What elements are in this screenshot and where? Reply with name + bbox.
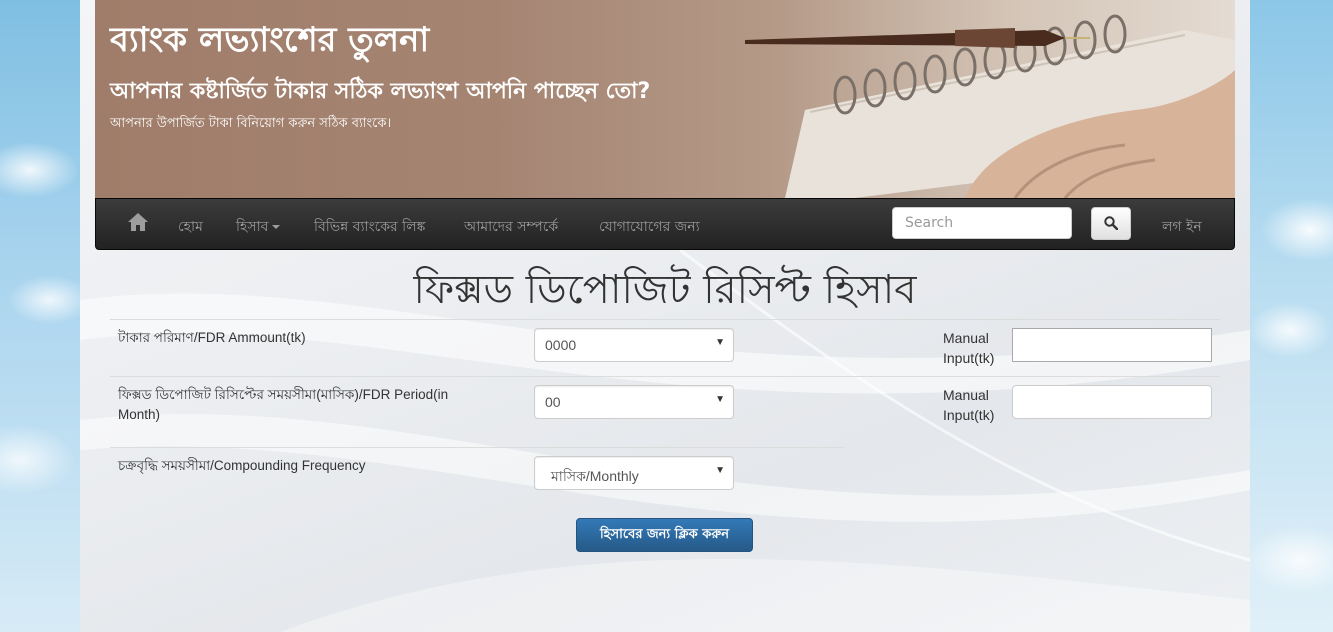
- period-select-value: 00: [545, 394, 561, 410]
- search-icon: [1104, 216, 1118, 230]
- sky-background-right: [1250, 0, 1333, 632]
- chevron-down-icon: [272, 225, 281, 229]
- search-input[interactable]: [892, 207, 1072, 239]
- period-select[interactable]: 00 ▼: [534, 385, 734, 419]
- amount-select-value: 0000: [545, 337, 577, 353]
- home-icon[interactable]: [127, 212, 149, 234]
- frequency-label: চক্রবৃদ্ধি সময়সীমা/Compounding Frequenc…: [118, 458, 366, 473]
- nav-bank-links[interactable]: বিভিন্ন ব্যাংকের লিঙ্ক: [314, 215, 425, 239]
- period-manual-label: Manual Input(tk): [943, 387, 995, 423]
- frequency-select-value: মাসিক/Monthly: [551, 468, 639, 484]
- login-link[interactable]: লগ ইন: [1162, 215, 1202, 239]
- dropdown-arrow-icon: ▼: [715, 465, 725, 476]
- divider: [110, 447, 845, 448]
- notebook-pen-image: [745, 14, 1235, 198]
- page-container: ব্যাংক লভ্যাংশের তুলনা আপনার কষ্টার্জিত …: [80, 0, 1250, 632]
- nav-calculation-dropdown[interactable]: হিসাব: [236, 215, 281, 239]
- amount-label: টাকার পরিমাণ/FDR Ammount(tk): [118, 330, 306, 345]
- home-icon-glyph: [128, 213, 148, 231]
- dropdown-arrow-icon: ▼: [715, 337, 725, 348]
- site-title: ব্যাংক লভ্যাংশের তুলনা: [110, 20, 430, 60]
- period-label: ফিক্সড ডিপোজিট রিসিপ্টের সময়সীমা(মাসিক)…: [118, 387, 449, 422]
- site-subtitle: আপনার কষ্টার্জিত টাকার সঠিক লভ্যাংশ আপনি…: [110, 79, 651, 104]
- sky-background-left: [0, 0, 80, 632]
- nav-about-us[interactable]: আমাদের সম্পর্কে: [464, 215, 558, 239]
- main-navbar: হোম হিসাব বিভিন্ন ব্যাংকের লিঙ্ক আমাদের …: [95, 198, 1235, 250]
- header-banner: ব্যাংক লভ্যাংশের তুলনা আপনার কষ্টার্জিত …: [95, 0, 1235, 198]
- dropdown-arrow-icon: ▼: [715, 394, 725, 405]
- nav-contact[interactable]: যোগাযোগের জন্য: [599, 215, 700, 239]
- amount-manual-label: Manual Input(tk): [943, 330, 995, 366]
- calculate-button[interactable]: হিসাবের জন্য ক্লিক করুন: [576, 518, 753, 552]
- period-manual-input[interactable]: [1012, 385, 1212, 419]
- frequency-select[interactable]: মাসিক/Monthly ▼: [534, 456, 734, 490]
- search-button[interactable]: [1091, 207, 1131, 240]
- site-tagline: আপনার উপার্জিত টাকা বিনিয়োগ করুন সঠিক ব…: [110, 116, 392, 131]
- nav-home-link[interactable]: হোম: [178, 215, 203, 239]
- nav-calculation-label: হিসাব: [236, 219, 269, 235]
- divider: [110, 376, 1220, 377]
- amount-select[interactable]: 0000 ▼: [534, 328, 734, 362]
- page-title: ফিক্সড ডিপোজিট রিসিপ্ট হিসাব: [413, 267, 917, 313]
- divider: [110, 319, 1220, 320]
- amount-manual-input[interactable]: [1012, 328, 1212, 362]
